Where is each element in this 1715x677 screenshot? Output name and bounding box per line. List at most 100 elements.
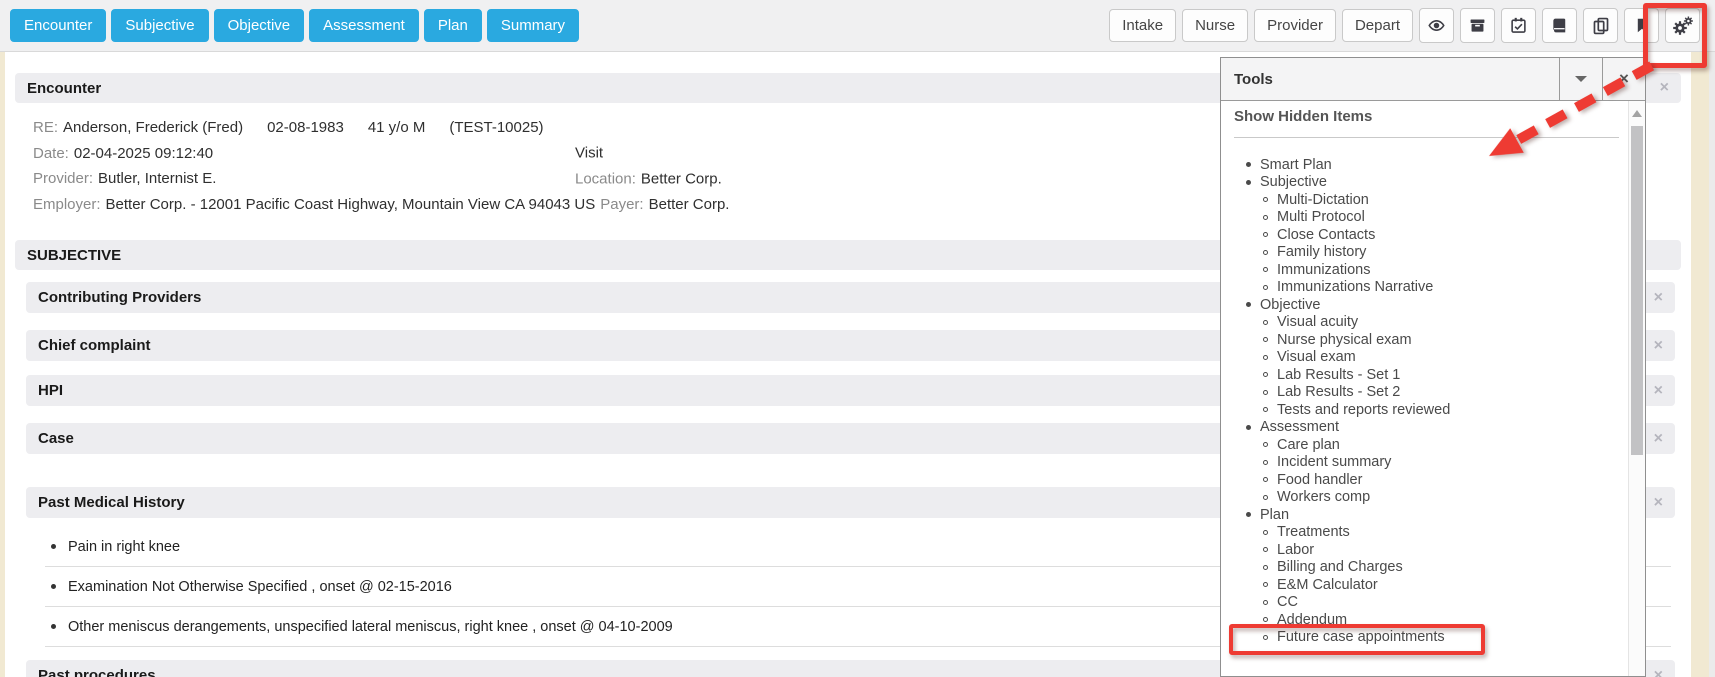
- tools-item-label: Objective: [1260, 297, 1320, 313]
- nav-button-assessment[interactable]: Assessment: [309, 9, 419, 42]
- date-value: 02-04-2025 09:12:40: [74, 145, 213, 162]
- copy-icon: [1592, 17, 1610, 35]
- calendar-button[interactable]: [1501, 8, 1536, 43]
- close-icon[interactable]: ×: [1654, 431, 1663, 447]
- nav-button-objective[interactable]: Objective: [214, 9, 305, 42]
- nav-button-subjective[interactable]: Subjective: [111, 9, 208, 42]
- circle-bullet-icon: [1263, 372, 1268, 377]
- tools-item-immunizations-narrative[interactable]: Immunizations Narrative: [1234, 279, 1624, 297]
- circle-bullet-icon: [1263, 442, 1268, 447]
- copy-button[interactable]: [1583, 8, 1618, 43]
- tools-item-incident-summary[interactable]: Incident summary: [1234, 454, 1624, 472]
- tools-item-workers-comp[interactable]: Workers comp: [1234, 489, 1624, 507]
- stage-button-depart[interactable]: Depart: [1342, 9, 1413, 42]
- divider: [1234, 137, 1619, 138]
- tools-item-assessment[interactable]: Assessment: [1234, 419, 1624, 437]
- tools-item-lab-results-set-2[interactable]: Lab Results - Set 2: [1234, 384, 1624, 402]
- tools-item-label: Care plan: [1277, 437, 1340, 453]
- tools-item-nurse-physical-exam[interactable]: Nurse physical exam: [1234, 331, 1624, 349]
- tools-item-close-contacts[interactable]: Close Contacts: [1234, 226, 1624, 244]
- circle-bullet-icon: [1263, 197, 1268, 202]
- section-title: SUBJECTIVE: [27, 247, 121, 264]
- tools-item-label: Immunizations Narrative: [1277, 279, 1433, 295]
- close-icon[interactable]: ×: [1654, 338, 1663, 354]
- close-icon[interactable]: ×: [1654, 290, 1663, 306]
- employer-label: Employer:: [33, 196, 101, 213]
- tools-item-subjective[interactable]: Subjective: [1234, 174, 1624, 192]
- tools-item-label: Plan: [1260, 507, 1289, 523]
- circle-bullet-icon: [1263, 355, 1268, 360]
- tools-item-label: Nurse physical exam: [1277, 332, 1412, 348]
- tools-item-care-plan[interactable]: Care plan: [1234, 436, 1624, 454]
- tools-item-label: Multi-Dictation: [1277, 192, 1369, 208]
- tools-item-label: Smart Plan: [1260, 157, 1332, 173]
- tools-item-label: Billing and Charges: [1277, 559, 1403, 575]
- tools-item-immunizations[interactable]: Immunizations: [1234, 261, 1624, 279]
- patient-name: Anderson, Frederick (Fred): [63, 119, 243, 136]
- tools-panel-body: Show Hidden Items Smart PlanSubjectiveMu…: [1221, 101, 1645, 676]
- tools-item-multi-protocol[interactable]: Multi Protocol: [1234, 209, 1624, 227]
- tools-item-label: Subjective: [1260, 174, 1327, 190]
- circle-bullet-icon: [1263, 232, 1268, 237]
- tools-item-multi-dictation[interactable]: Multi-Dictation: [1234, 191, 1624, 209]
- scrollbar-thumb[interactable]: [1631, 126, 1643, 455]
- nav-button-encounter[interactable]: Encounter: [10, 9, 106, 42]
- tools-item-e-m-calculator[interactable]: E&M Calculator: [1234, 576, 1624, 594]
- nav-button-summary[interactable]: Summary: [487, 9, 579, 42]
- tools-item-food-handler[interactable]: Food handler: [1234, 471, 1624, 489]
- window-scrollbar-strip[interactable]: [1709, 52, 1715, 677]
- section-title: Case: [38, 430, 74, 447]
- tools-item-smart-plan[interactable]: Smart Plan: [1234, 156, 1624, 174]
- close-icon[interactable]: ×: [1654, 668, 1663, 677]
- employer-value: Better Corp. - 12001 Pacific Coast Highw…: [106, 196, 596, 213]
- tools-item-objective[interactable]: Objective: [1234, 296, 1624, 314]
- close-icon[interactable]: ×: [1654, 495, 1663, 511]
- tools-item-tests-and-reports-reviewed[interactable]: Tests and reports reviewed: [1234, 401, 1624, 419]
- bullet-icon: [51, 624, 56, 629]
- section-title: Encounter: [27, 80, 101, 97]
- section-title: Past Medical History: [38, 494, 185, 511]
- tools-item-cc[interactable]: CC: [1234, 594, 1624, 612]
- tools-item-visual-acuity[interactable]: Visual acuity: [1234, 314, 1624, 332]
- bullet-icon: [1246, 162, 1251, 167]
- stage-button-nurse[interactable]: Nurse: [1182, 9, 1248, 42]
- re-label: RE:: [33, 119, 58, 136]
- tools-item-family-history[interactable]: Family history: [1234, 244, 1624, 262]
- tools-item-treatments[interactable]: Treatments: [1234, 524, 1624, 542]
- hidden-items-list: Smart PlanSubjective Multi-DictationMulti…: [1234, 156, 1624, 646]
- tools-item-billing-and-charges[interactable]: Billing and Charges: [1234, 559, 1624, 577]
- stage-button-provider[interactable]: Provider: [1254, 9, 1336, 42]
- tools-item-plan[interactable]: Plan: [1234, 506, 1624, 524]
- tools-item-lab-results-set-1[interactable]: Lab Results - Set 1: [1234, 366, 1624, 384]
- circle-bullet-icon: [1263, 390, 1268, 395]
- tools-item-label: Incident summary: [1277, 454, 1391, 470]
- pmh-item-text: Examination Not Otherwise Specified , on…: [68, 579, 452, 595]
- close-icon[interactable]: ×: [1660, 80, 1669, 96]
- provider-value: Butler, Internist E.: [98, 170, 216, 187]
- tools-item-label: Lab Results - Set 2: [1277, 384, 1400, 400]
- circle-bullet-icon: [1263, 477, 1268, 482]
- tools-item-label: Visual acuity: [1277, 314, 1358, 330]
- close-icon[interactable]: ×: [1654, 383, 1663, 399]
- scroll-up-icon[interactable]: [1632, 110, 1642, 117]
- tools-item-label: CC: [1277, 594, 1298, 610]
- circle-bullet-icon: [1263, 267, 1268, 272]
- nav-button-plan[interactable]: Plan: [424, 9, 482, 42]
- circle-bullet-icon: [1263, 407, 1268, 412]
- tools-item-label: Lab Results - Set 1: [1277, 367, 1400, 383]
- tools-item-label: Assessment: [1260, 419, 1339, 435]
- tools-item-visual-exam[interactable]: Visual exam: [1234, 349, 1624, 367]
- stage-button-intake[interactable]: Intake: [1109, 9, 1176, 42]
- circle-bullet-icon: [1263, 617, 1268, 622]
- tools-item-labor[interactable]: Labor: [1234, 541, 1624, 559]
- tools-panel-scrollbar[interactable]: [1628, 101, 1645, 676]
- section-title: Contributing Providers: [38, 289, 201, 306]
- tools-item-label: Workers comp: [1277, 489, 1370, 505]
- payer-label: Payer:: [600, 196, 643, 213]
- archive-button[interactable]: [1460, 8, 1495, 43]
- chevron-down-icon: [1575, 76, 1587, 82]
- book-button[interactable]: [1542, 8, 1577, 43]
- section-title: Chief complaint: [38, 337, 151, 354]
- eye-button[interactable]: [1419, 8, 1454, 43]
- section-title: Past procedures: [38, 667, 156, 677]
